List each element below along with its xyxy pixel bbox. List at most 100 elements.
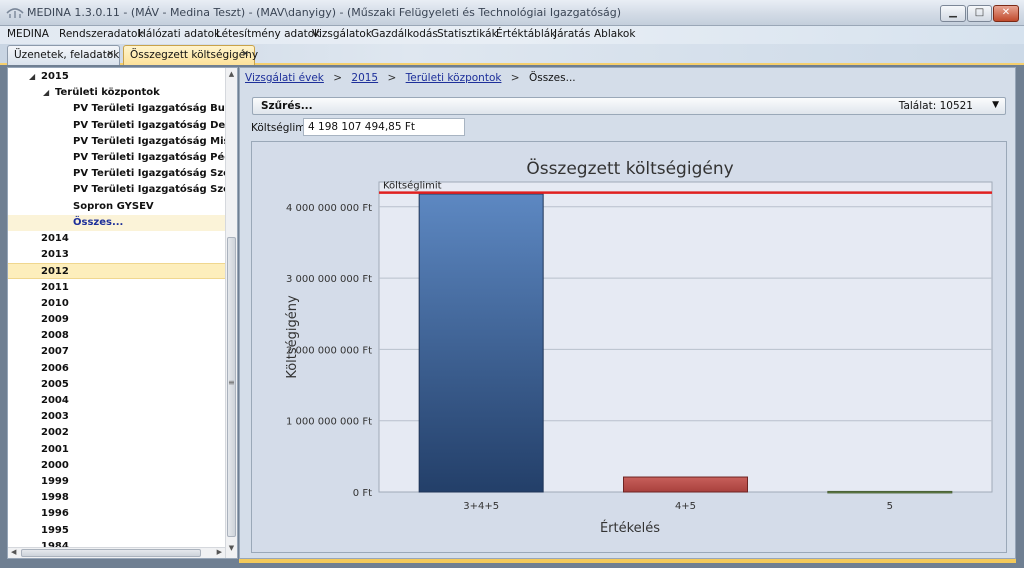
x-tick-label: 5 <box>887 501 893 512</box>
tree-item[interactable]: 2008 <box>8 328 226 344</box>
x-axis-title: Értékelés <box>600 520 660 536</box>
scroll-up-icon[interactable]: ▲ <box>227 70 236 80</box>
menu-ablakok[interactable]: Ablakok <box>594 28 635 40</box>
tree-item-label: PV Területi Igazgatóság Debrecen <box>73 119 226 131</box>
scroll-down-icon[interactable]: ▼ <box>227 544 236 554</box>
scroll-left-icon[interactable]: ◀ <box>11 548 16 556</box>
tree-item-label: 1995 <box>41 524 69 536</box>
tree-item[interactable]: PV Területi Igazgatóság Szombathely <box>8 182 226 198</box>
tree-item[interactable]: 2012 <box>8 263 226 280</box>
window-title: MEDINA 1.3.0.11 - (MÁV - Medina Teszt) -… <box>27 6 622 19</box>
chart-panel: Összegzett költségigény 0 Ft 1 000 000 000… <box>251 141 1007 553</box>
scroll-thumb[interactable] <box>21 549 201 557</box>
tree-item-label: PV Területi Igazgatóság Szeged <box>73 168 226 180</box>
tree-item-label: 2012 <box>41 266 69 278</box>
tree-item[interactable]: 2013 <box>8 247 226 263</box>
tab-close-icon[interactable]: × <box>241 49 249 59</box>
menu-jaratas[interactable]: Járatás <box>554 28 590 40</box>
tree-item-label: 1996 <box>41 508 69 520</box>
tree-item[interactable]: PV Területi Igazgatóság Szeged <box>8 166 226 182</box>
tab-label: Összegzett költségigény <box>130 49 259 61</box>
maximize-button[interactable]: □ <box>967 5 992 22</box>
y-axis-title: Költségigény <box>285 295 300 379</box>
chevron-down-icon[interactable]: ▼ <box>992 100 999 110</box>
tree-item[interactable]: 1999 <box>8 474 226 490</box>
tree-item[interactable]: PV Területi Igazgatóság Miskolc <box>8 134 226 150</box>
tree-item-label: PV Területi Igazgatóság Pécs <box>73 152 226 163</box>
tree-item-label: 2006 <box>41 362 69 374</box>
tab-close-icon[interactable]: × <box>106 49 114 59</box>
status-strip <box>239 559 1016 563</box>
menu-gazdalkodas[interactable]: Gazdálkodás <box>371 28 438 40</box>
minimize-button[interactable]: ▁ <box>940 5 966 22</box>
y-tick-label: 0 Ft <box>353 488 372 499</box>
tree-item[interactable]: Sopron GYSEV <box>8 199 226 215</box>
tree-item-label: PV Területi Igazgatóság Budapest <box>73 103 226 115</box>
tree-item[interactable]: 2003 <box>8 409 226 425</box>
tree-item[interactable]: 2002 <box>8 425 226 441</box>
menu-vizsgalatok[interactable]: Vizsgálatok <box>312 28 372 40</box>
menu-halozati-adatok[interactable]: Hálózati adatok <box>138 28 220 40</box>
tab-osszegzett-koltsegigeny[interactable]: Összegzett költségigény × <box>123 45 259 65</box>
main-panel: Vizsgálati évek > 2015 > Területi közpon… <box>239 67 1016 559</box>
scroll-thumb[interactable]: ≡ <box>227 237 236 537</box>
tree-item[interactable]: PV Területi Igazgatóság Debrecen <box>8 118 226 134</box>
x-tick-label: 4+5 <box>675 501 696 512</box>
tree-item-label: 2015 <box>41 71 69 82</box>
tree-item[interactable]: 2005 <box>8 377 226 393</box>
tab-strip: Üzenetek, feladatok × Összegzett költség… <box>0 44 1024 65</box>
tree-item[interactable]: ◢ 2015 <box>8 69 226 85</box>
breadcrumb-link[interactable]: Területi központok <box>406 72 502 84</box>
tree-item[interactable]: Összes... <box>8 214 226 231</box>
tree-item-label: 2004 <box>41 395 69 406</box>
tab-label: Üzenetek, feladatok <box>14 49 120 61</box>
tree-item-label: 2010 <box>41 297 69 309</box>
tree-item-label: 2009 <box>41 314 69 325</box>
expand-arrow-icon[interactable]: ◢ <box>43 85 49 100</box>
grip-icon: ≡ <box>228 378 235 387</box>
filter-bar[interactable]: Szűrés... Találat: 10521 ▼ <box>252 97 1006 115</box>
tree-item-label: 2001 <box>41 443 69 455</box>
tree-item[interactable]: 2001 <box>8 442 226 458</box>
close-button[interactable]: ✕ <box>993 5 1019 22</box>
expand-arrow-icon[interactable]: ◢ <box>29 69 35 84</box>
menu-rendszeradatok[interactable]: Rendszeradatok <box>59 28 144 40</box>
scroll-right-icon[interactable]: ▶ <box>217 548 222 556</box>
tree-item[interactable]: 1995 <box>8 523 226 539</box>
tree-item[interactable]: 1996 <box>8 506 226 522</box>
tree-item[interactable]: 2009 <box>8 312 226 328</box>
tree-item[interactable]: 2011 <box>8 280 226 296</box>
tree-item-label: 2003 <box>41 411 69 423</box>
hit-count: Találat: 10521 <box>898 100 973 112</box>
chart-title: Összegzett költségigény <box>526 157 733 179</box>
title-bar: MEDINA 1.3.0.11 - (MÁV - Medina Teszt) -… <box>0 0 1024 26</box>
menu-statisztikak[interactable]: Statisztikák <box>437 28 498 40</box>
tree-item[interactable]: 2004 <box>8 393 226 409</box>
breadcrumb-link[interactable]: Vizsgálati évek <box>245 72 324 84</box>
bar <box>623 476 748 493</box>
tree-item[interactable]: ◢ Területi központok <box>8 85 226 101</box>
tree-item[interactable]: 2006 <box>8 361 226 377</box>
filter-label: Szűrés... <box>261 100 313 112</box>
menu-ertektablak[interactable]: Értéktáblák <box>496 28 556 40</box>
tree-item[interactable]: 2010 <box>8 296 226 312</box>
tree-item[interactable]: PV Területi Igazgatóság Budapest <box>8 101 226 117</box>
tree-item[interactable]: 2000 <box>8 458 226 474</box>
menu-medina[interactable]: MEDINA <box>7 28 49 40</box>
tree-item[interactable]: 2014 <box>8 231 226 247</box>
breadcrumb-link[interactable]: 2015 <box>351 72 378 84</box>
cost-limit-field[interactable]: 4 198 107 494,85 Ft <box>303 118 465 136</box>
tree-item[interactable]: 2007 <box>8 344 226 360</box>
menu-letesitmeny-adatok[interactable]: Létesítmény adatok <box>216 28 320 40</box>
tree-item[interactable]: PV Területi Igazgatóság Pécs <box>8 150 226 166</box>
horizontal-scrollbar[interactable]: ◀ ▶ <box>8 547 225 558</box>
tree-item[interactable]: 1998 <box>8 490 226 506</box>
breadcrumb-separator: > <box>510 72 520 84</box>
bar <box>418 193 544 493</box>
tree-item-label: 2007 <box>41 346 69 358</box>
tree-item-label: 2011 <box>41 281 69 293</box>
tree-item-label: 2008 <box>41 330 69 342</box>
vertical-scrollbar[interactable]: ▲ ≡ ▼ <box>225 68 237 558</box>
tab-uzenetek-feladatok[interactable]: Üzenetek, feladatok × <box>7 45 120 65</box>
tree-view: ◢ 2015 ◢ Területi központok PV Területi Igaz… <box>7 67 238 559</box>
